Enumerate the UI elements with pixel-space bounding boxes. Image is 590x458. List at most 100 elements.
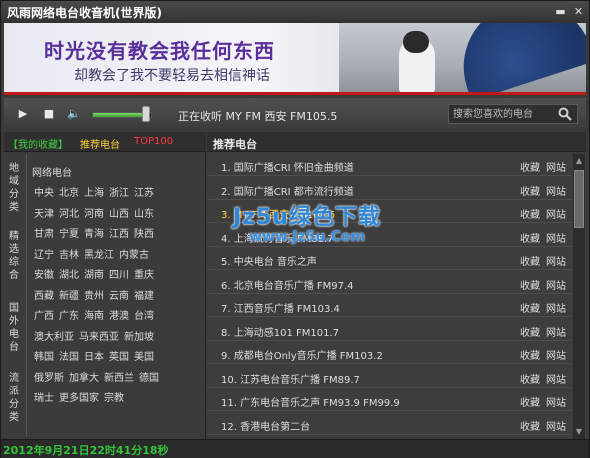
region-link[interactable]: 瑞士 xyxy=(34,389,54,404)
station-row[interactable]: 9. 成都电台Only音乐广播 FM103.2 收藏 网站 xyxy=(207,342,571,364)
station-name[interactable]: 11. 广东电台音乐之声 FM93.9 FM99.9 xyxy=(221,394,400,409)
region-link[interactable]: 黑龙江 xyxy=(84,246,114,261)
region-link[interactable]: 广东 xyxy=(59,307,79,322)
region-link[interactable]: 澳大利亚 xyxy=(34,328,74,343)
favorite-button[interactable]: 收藏 xyxy=(520,206,540,221)
region-link[interactable]: 法国 xyxy=(59,348,79,363)
minimize-button[interactable]: ▬ xyxy=(553,5,568,19)
region-link[interactable]: 山西 xyxy=(109,205,129,220)
region-link[interactable]: 德国 xyxy=(139,369,159,384)
station-name[interactable]: 1. 国际广播CRI 怀旧金曲频道 xyxy=(221,159,354,174)
region-link[interactable]: 海南 xyxy=(84,307,104,322)
tab-my-favorites[interactable]: 【我的收藏】 xyxy=(8,136,68,151)
region-link[interactable]: 上海 xyxy=(84,184,104,199)
region-link[interactable]: 青海 xyxy=(84,225,104,240)
website-button[interactable]: 网站 xyxy=(546,230,566,245)
station-row[interactable]: 11. 广东电台音乐之声 FM93.9 FM99.9 收藏 网站 xyxy=(207,389,571,411)
region-link[interactable]: 北京 xyxy=(59,184,79,199)
region-link[interactable]: 浙江 xyxy=(109,184,129,199)
vcat-featured[interactable]: 精选综合 xyxy=(6,230,22,282)
region-link[interactable]: 吉林 xyxy=(59,246,79,261)
website-button[interactable]: 网站 xyxy=(546,183,566,198)
website-button[interactable]: 网站 xyxy=(546,394,566,409)
region-link[interactable]: 河北 xyxy=(59,205,79,220)
region-link[interactable]: 西藏 xyxy=(34,287,54,302)
region-link[interactable]: 福建 xyxy=(134,287,154,302)
region-link[interactable]: 重庆 xyxy=(134,266,154,281)
favorite-button[interactable]: 收藏 xyxy=(520,324,540,339)
website-button[interactable]: 网站 xyxy=(546,253,566,268)
favorite-button[interactable]: 收藏 xyxy=(520,300,540,315)
region-link[interactable]: 新疆 xyxy=(59,287,79,302)
region-link[interactable]: 安徽 xyxy=(34,266,54,281)
website-button[interactable]: 网站 xyxy=(546,206,566,221)
tab-top100[interactable]: TOP100 xyxy=(134,136,173,147)
station-row[interactable]: 1. 国际广播CRI 怀旧金曲频道 收藏 网站 xyxy=(207,154,571,176)
region-link[interactable]: 山东 xyxy=(134,205,154,220)
scroll-thumb[interactable] xyxy=(574,170,584,228)
website-button[interactable]: 网站 xyxy=(546,418,566,433)
station-name[interactable]: 7. 江西音乐广播 FM103.4 xyxy=(221,300,340,315)
stop-icon[interactable]: ■ xyxy=(42,107,56,121)
tab-recommended[interactable]: 推荐电台 xyxy=(80,136,120,151)
region-link[interactable]: 中央 xyxy=(34,184,54,199)
favorite-button[interactable]: 收藏 xyxy=(520,394,540,409)
play-icon[interactable]: ▶ xyxy=(16,107,30,121)
close-button[interactable]: ✕ xyxy=(571,5,586,19)
region-link[interactable]: 云南 xyxy=(109,287,129,302)
region-link[interactable]: 宗教 xyxy=(104,389,124,404)
net-radio-heading[interactable]: 网络电台 xyxy=(32,164,72,179)
favorite-button[interactable]: 收藏 xyxy=(520,253,540,268)
favorite-button[interactable]: 收藏 xyxy=(520,371,540,386)
website-button[interactable]: 网站 xyxy=(546,300,566,315)
region-link[interactable]: 陕西 xyxy=(134,225,154,240)
scrollbar[interactable]: ▲ ▼ xyxy=(573,154,585,439)
region-link[interactable]: 四川 xyxy=(109,266,129,281)
region-link[interactable]: 天津 xyxy=(34,205,54,220)
favorite-button[interactable]: 收藏 xyxy=(520,277,540,292)
region-link[interactable]: 日本 xyxy=(84,348,104,363)
station-row[interactable]: 8. 上海动感101 FM101.7 收藏 网站 xyxy=(207,319,571,341)
vcat-foreign[interactable]: 国外电台 xyxy=(6,302,22,354)
station-name[interactable]: 9. 成都电台Only音乐广播 FM103.2 xyxy=(221,347,383,362)
favorite-button[interactable]: 收藏 xyxy=(520,159,540,174)
region-link[interactable]: 广西 xyxy=(34,307,54,322)
region-link[interactable]: 辽宁 xyxy=(34,246,54,261)
station-row[interactable]: 2. 国际广播CRI 都市流行频道 收藏 网站 xyxy=(207,178,571,200)
region-link[interactable]: 甘肃 xyxy=(34,225,54,240)
station-row[interactable]: 10. 江苏电台音乐广播 FM89.7 收藏 网站 xyxy=(207,366,571,388)
favorite-button[interactable]: 收藏 xyxy=(520,230,540,245)
region-link[interactable]: 美国 xyxy=(134,348,154,363)
website-button[interactable]: 网站 xyxy=(546,277,566,292)
station-name[interactable]: 10. 江苏电台音乐广播 FM89.7 xyxy=(221,371,360,386)
scroll-down-icon[interactable]: ▼ xyxy=(574,427,584,437)
region-link[interactable]: 马来西亚 xyxy=(79,328,119,343)
region-link[interactable]: 江苏 xyxy=(134,184,154,199)
region-link[interactable]: 贵州 xyxy=(84,287,104,302)
website-button[interactable]: 网站 xyxy=(546,347,566,362)
website-button[interactable]: 网站 xyxy=(546,324,566,339)
volume-knob[interactable] xyxy=(142,106,150,122)
vcat-region[interactable]: 地域分类 xyxy=(6,162,22,214)
region-link[interactable]: 新加坡 xyxy=(124,328,154,343)
region-link[interactable]: 俄罗斯 xyxy=(34,369,64,384)
region-link[interactable]: 韩国 xyxy=(34,348,54,363)
station-name[interactable]: 12. 香港电台第二台 xyxy=(221,418,310,433)
station-row[interactable]: 7. 江西音乐广播 FM103.4 收藏 网站 xyxy=(207,295,571,317)
station-name[interactable]: 5. 中央电台 音乐之声 xyxy=(221,253,317,268)
banner-ad[interactable]: 时光没有教会我任何东西 却教会了我不要轻易去相信神话 xyxy=(4,23,586,95)
region-link[interactable]: 更多国家 xyxy=(59,389,99,404)
favorite-button[interactable]: 收藏 xyxy=(520,183,540,198)
website-button[interactable]: 网站 xyxy=(546,159,566,174)
station-row[interactable]: 6. 北京电台音乐广播 FM97.4 收藏 网站 xyxy=(207,272,571,294)
station-name[interactable]: 2. 国际广播CRI 都市流行频道 xyxy=(221,183,354,198)
region-link[interactable]: 港澳 xyxy=(109,307,129,322)
region-link[interactable]: 新西兰 xyxy=(104,369,134,384)
region-link[interactable]: 加拿大 xyxy=(69,369,99,384)
favorite-button[interactable]: 收藏 xyxy=(520,418,540,433)
favorite-button[interactable]: 收藏 xyxy=(520,347,540,362)
search-input[interactable] xyxy=(453,106,553,122)
region-link[interactable]: 英国 xyxy=(109,348,129,363)
scroll-up-icon[interactable]: ▲ xyxy=(574,156,584,166)
region-link[interactable]: 湖北 xyxy=(59,266,79,281)
